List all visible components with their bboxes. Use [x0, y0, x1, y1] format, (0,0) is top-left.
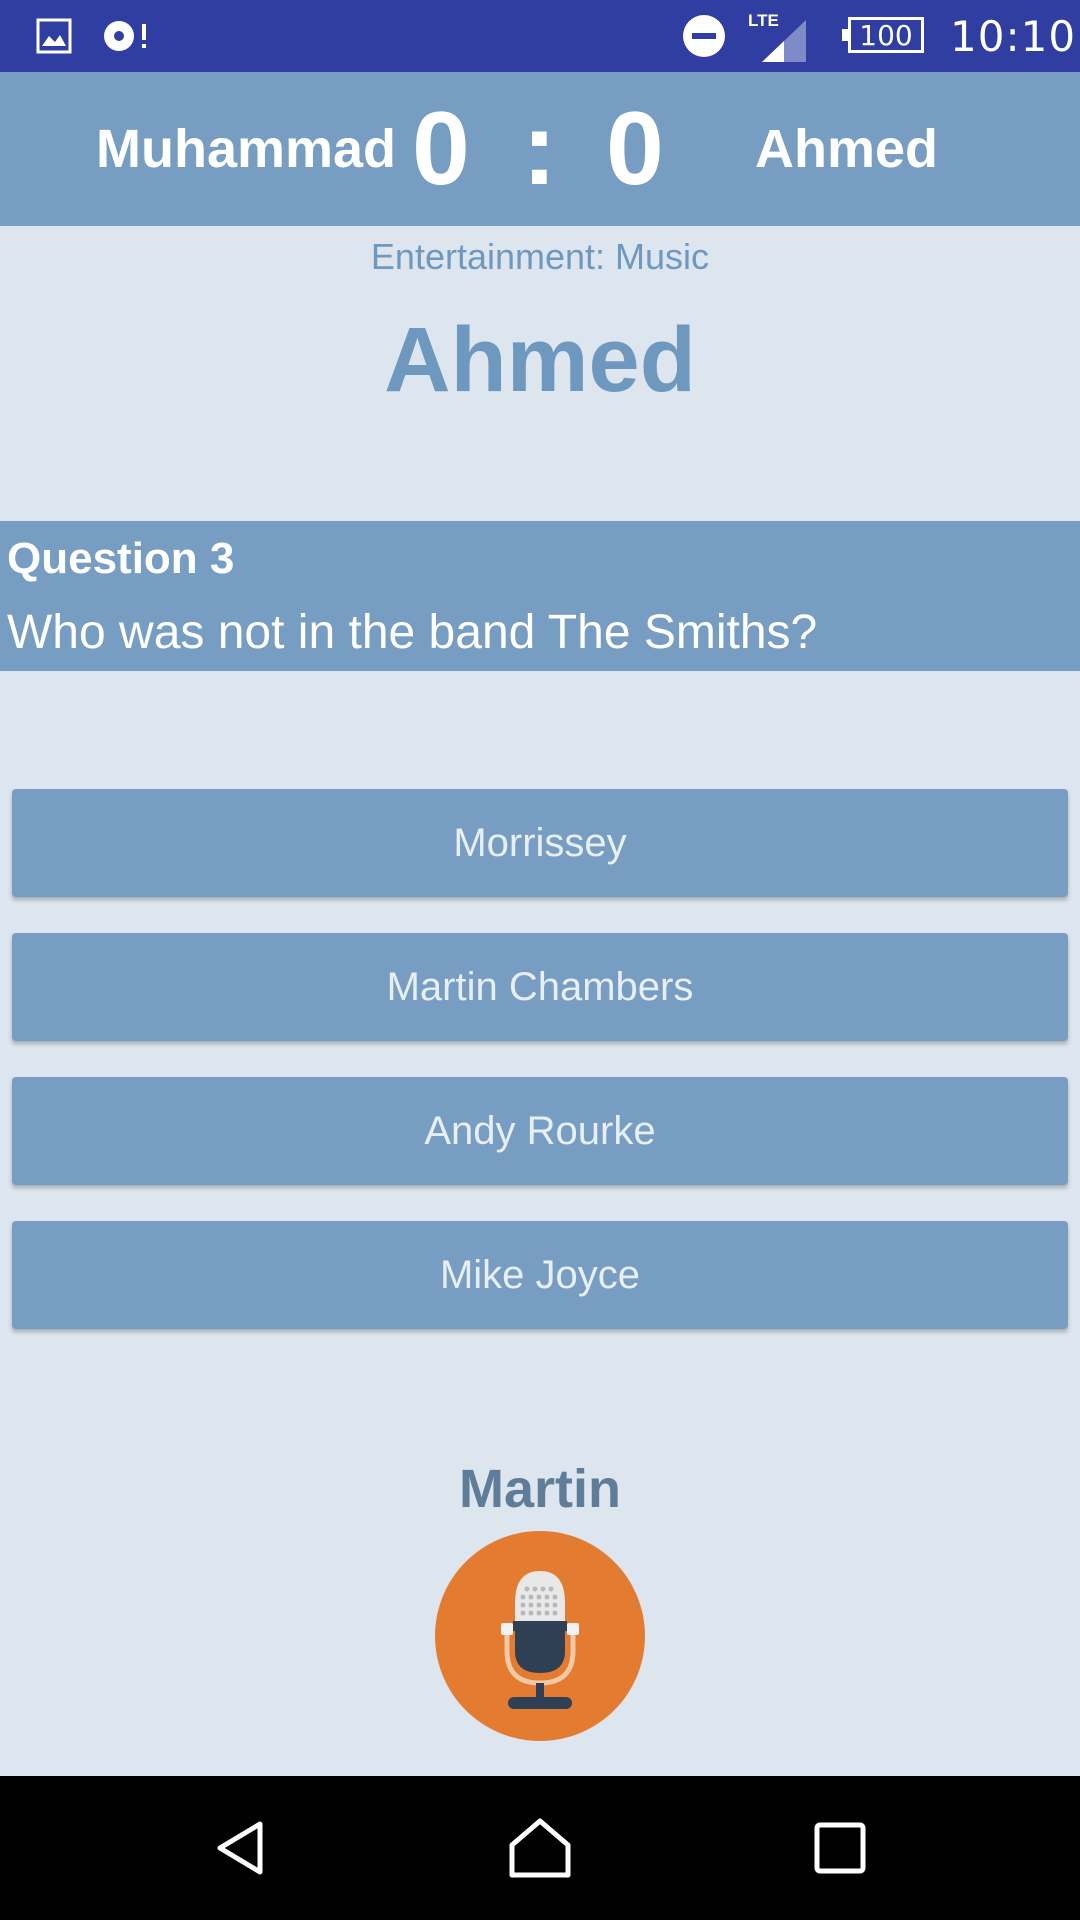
recognized-answer: Martin [459, 1459, 621, 1519]
score-separator: : [522, 90, 557, 207]
signal-icon: LTE [746, 0, 808, 72]
question-text: Who was not in the band The Smiths? [7, 606, 818, 659]
navigation-bar [0, 1776, 1080, 1920]
status-bar: LTE 100 10:10 [0, 0, 1080, 72]
player-2-name: Ahmed [755, 119, 939, 179]
battery-level: 100 [859, 18, 913, 52]
home-button[interactable] [470, 1776, 610, 1920]
back-icon [217, 1821, 263, 1875]
home-icon [509, 1818, 571, 1878]
answer-button-1[interactable]: Morrissey [12, 789, 1068, 897]
status-time: 10:10 [950, 11, 1077, 61]
answer-button-2[interactable]: Martin Chambers [12, 933, 1068, 1041]
question-number: Question 3 [7, 534, 235, 583]
player-1-score: 0 [412, 90, 470, 207]
question-panel: Question 3 Who was not in the band The S… [0, 521, 1080, 671]
sync-alert-icon [102, 0, 152, 72]
scoreboard: Muhammad 0 : 0 Ahmed [0, 72, 1080, 226]
back-button[interactable] [170, 1776, 310, 1920]
answer-button-4[interactable]: Mike Joyce [12, 1221, 1068, 1329]
player-2-score: 0 [606, 90, 664, 207]
do-not-disturb-icon [682, 0, 726, 72]
network-type-label: LTE [748, 11, 779, 30]
recents-button[interactable] [770, 1776, 910, 1920]
answer-button-3[interactable]: Andy Rourke [12, 1077, 1068, 1185]
battery-icon: 100 [842, 17, 924, 53]
microphone-icon [501, 1571, 579, 1709]
microphone-button[interactable] [435, 1531, 645, 1741]
player-1-name: Muhammad [96, 119, 397, 179]
gallery-icon [36, 0, 72, 72]
recents-icon [814, 1822, 866, 1874]
category-label: Entertainment: Music [370, 236, 710, 277]
current-player-name: Ahmed [384, 309, 696, 411]
